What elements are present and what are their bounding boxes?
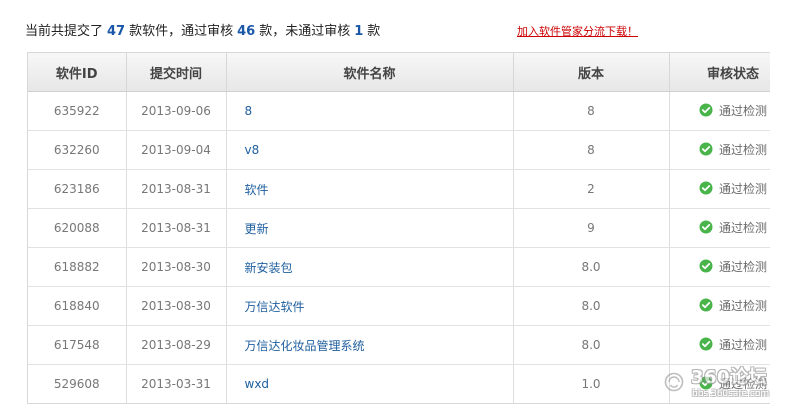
check-circle-icon [699, 337, 713, 351]
software-name-cell: 万信达化妆品管理系统 [226, 325, 514, 365]
review-status-cell: 通过检测 [669, 364, 770, 403]
check-circle-icon [699, 259, 713, 273]
header-version: 版本 [513, 53, 670, 92]
software-name-cell: 万信达软件 [226, 286, 514, 326]
software-review-page: 当前共提交了 47 款软件，通过审核 46 款，未通过审核 1 款 加入软件管家分流下载！ … [0, 0, 796, 408]
passed-count: 46 [237, 24, 256, 39]
check-circle-icon [699, 220, 713, 234]
submit-time-cell: 2013-08-31 [126, 169, 227, 209]
version-cell: 8.0 [513, 247, 670, 287]
software-id-cell: 620088 [28, 208, 127, 248]
software-id-cell: 529608 [28, 364, 127, 403]
review-status-text: 通过检测 [718, 259, 767, 274]
review-status-text: 通过检测 [718, 142, 767, 157]
review-status: 通过检测 [699, 219, 767, 236]
check-circle-icon [699, 298, 713, 312]
version-cell: 1.0 [513, 364, 670, 403]
software-name-link[interactable]: 8 [245, 104, 253, 118]
review-status: 通过检测 [699, 258, 767, 275]
review-status: 通过检测 [699, 375, 767, 392]
submit-time-cell: 2013-08-30 [126, 247, 227, 287]
check-circle-icon [699, 181, 713, 195]
review-status-text: 通过检测 [718, 376, 767, 391]
review-status: 通过检测 [699, 141, 767, 158]
version-cell: 8.0 [513, 286, 670, 326]
software-name-link[interactable]: 万信达化妆品管理系统 [245, 339, 365, 353]
table-row: 617548 2013-08-29 万信达化妆品管理系统 8.0 通过检测 [28, 325, 770, 365]
table-row: 618882 2013-08-30 新安装包 8.0 通过检测 [28, 247, 770, 287]
header-submit-time: 提交时间 [126, 53, 227, 92]
review-status: 通过检测 [699, 297, 767, 314]
software-id-cell: 618840 [28, 286, 127, 326]
review-status-cell: 通过检测 [669, 286, 770, 326]
software-table-container: 软件ID 提交时间 软件名称 版本 审核状态 635922 2013-09-06… [27, 52, 770, 404]
review-status-text: 通过检测 [718, 298, 767, 313]
table-row: 618840 2013-08-30 万信达软件 8.0 通过检测 [28, 286, 770, 326]
software-id-cell: 623186 [28, 169, 127, 209]
header-software-id: 软件ID [28, 53, 127, 92]
software-name-cell: 新安装包 [226, 247, 514, 287]
software-id-cell: 617548 [28, 325, 127, 365]
review-status-cell: 通过检测 [669, 325, 770, 365]
software-id-cell: 635922 [28, 91, 127, 131]
table-header-row: 软件ID 提交时间 软件名称 版本 审核状态 [28, 53, 770, 92]
submit-time-cell: 2013-08-31 [126, 208, 227, 248]
review-status: 通过检测 [699, 102, 767, 119]
software-name-link[interactable]: wxd [245, 377, 270, 391]
software-review-table: 软件ID 提交时间 软件名称 版本 审核状态 635922 2013-09-06… [28, 53, 770, 403]
table-row: 623186 2013-08-31 软件 2 通过检测 [28, 169, 770, 209]
submission-summary: 当前共提交了 47 款软件，通过审核 46 款，未通过审核 1 款 [25, 22, 785, 42]
review-status-text: 通过检测 [718, 181, 767, 196]
version-cell: 9 [513, 208, 670, 248]
failed-count: 1 [354, 24, 364, 39]
software-name-link[interactable]: 新安装包 [245, 261, 293, 275]
table-row: 632260 2013-09-04 v8 8 通过检测 [28, 130, 770, 170]
software-name-link[interactable]: 更新 [245, 222, 269, 236]
submit-time-cell: 2013-08-30 [126, 286, 227, 326]
submit-time-cell: 2013-03-31 [126, 364, 227, 403]
submit-time-cell: 2013-08-29 [126, 325, 227, 365]
check-circle-icon [699, 103, 713, 117]
review-status-cell: 通过检测 [669, 130, 770, 170]
review-status-cell: 通过检测 [669, 91, 770, 131]
review-status-text: 通过检测 [718, 103, 767, 118]
software-name-cell: 8 [226, 91, 514, 131]
review-status-text: 通过检测 [718, 220, 767, 235]
review-status: 通过检测 [699, 336, 767, 353]
version-cell: 8.0 [513, 325, 670, 365]
software-id-cell: 618882 [28, 247, 127, 287]
header-software-name: 软件名称 [226, 53, 514, 92]
submitted-count: 47 [107, 24, 126, 39]
review-status: 通过检测 [699, 180, 767, 197]
version-cell: 2 [513, 169, 670, 209]
software-name-cell: v8 [226, 130, 514, 170]
check-circle-icon [699, 142, 713, 156]
review-status-cell: 通过检测 [669, 247, 770, 287]
table-row: 635922 2013-09-06 8 8 通过检测 [28, 91, 770, 131]
software-id-cell: 632260 [28, 130, 127, 170]
review-status-text: 通过检测 [718, 337, 767, 352]
summary-middle-passed-label: 款软件，通过审核 [129, 24, 234, 39]
version-cell: 8 [513, 130, 670, 170]
software-name-link[interactable]: 万信达软件 [245, 300, 305, 314]
submit-time-cell: 2013-09-06 [126, 91, 227, 131]
submit-time-cell: 2013-09-04 [126, 130, 227, 170]
software-name-link[interactable]: v8 [245, 143, 260, 157]
software-name-cell: 更新 [226, 208, 514, 248]
summary-prefix: 当前共提交了 [25, 24, 104, 39]
review-status-cell: 通过检测 [669, 169, 770, 209]
table-row: 620088 2013-08-31 更新 9 通过检测 [28, 208, 770, 248]
table-row: 529608 2013-03-31 wxd 1.0 通过检测 [28, 364, 770, 403]
software-name-cell: 软件 [226, 169, 514, 209]
software-name-link[interactable]: 软件 [245, 183, 269, 197]
summary-suffix: 款 [367, 24, 381, 39]
summary-middle-failed-label: 款，未通过审核 [259, 24, 351, 39]
review-status-cell: 通过检测 [669, 208, 770, 248]
version-cell: 8 [513, 91, 670, 131]
software-name-cell: wxd [226, 364, 514, 403]
header-review-status: 审核状态 [669, 53, 770, 92]
join-software-manager-link[interactable]: 加入软件管家分流下载！ [517, 22, 638, 42]
check-circle-icon [699, 376, 713, 390]
